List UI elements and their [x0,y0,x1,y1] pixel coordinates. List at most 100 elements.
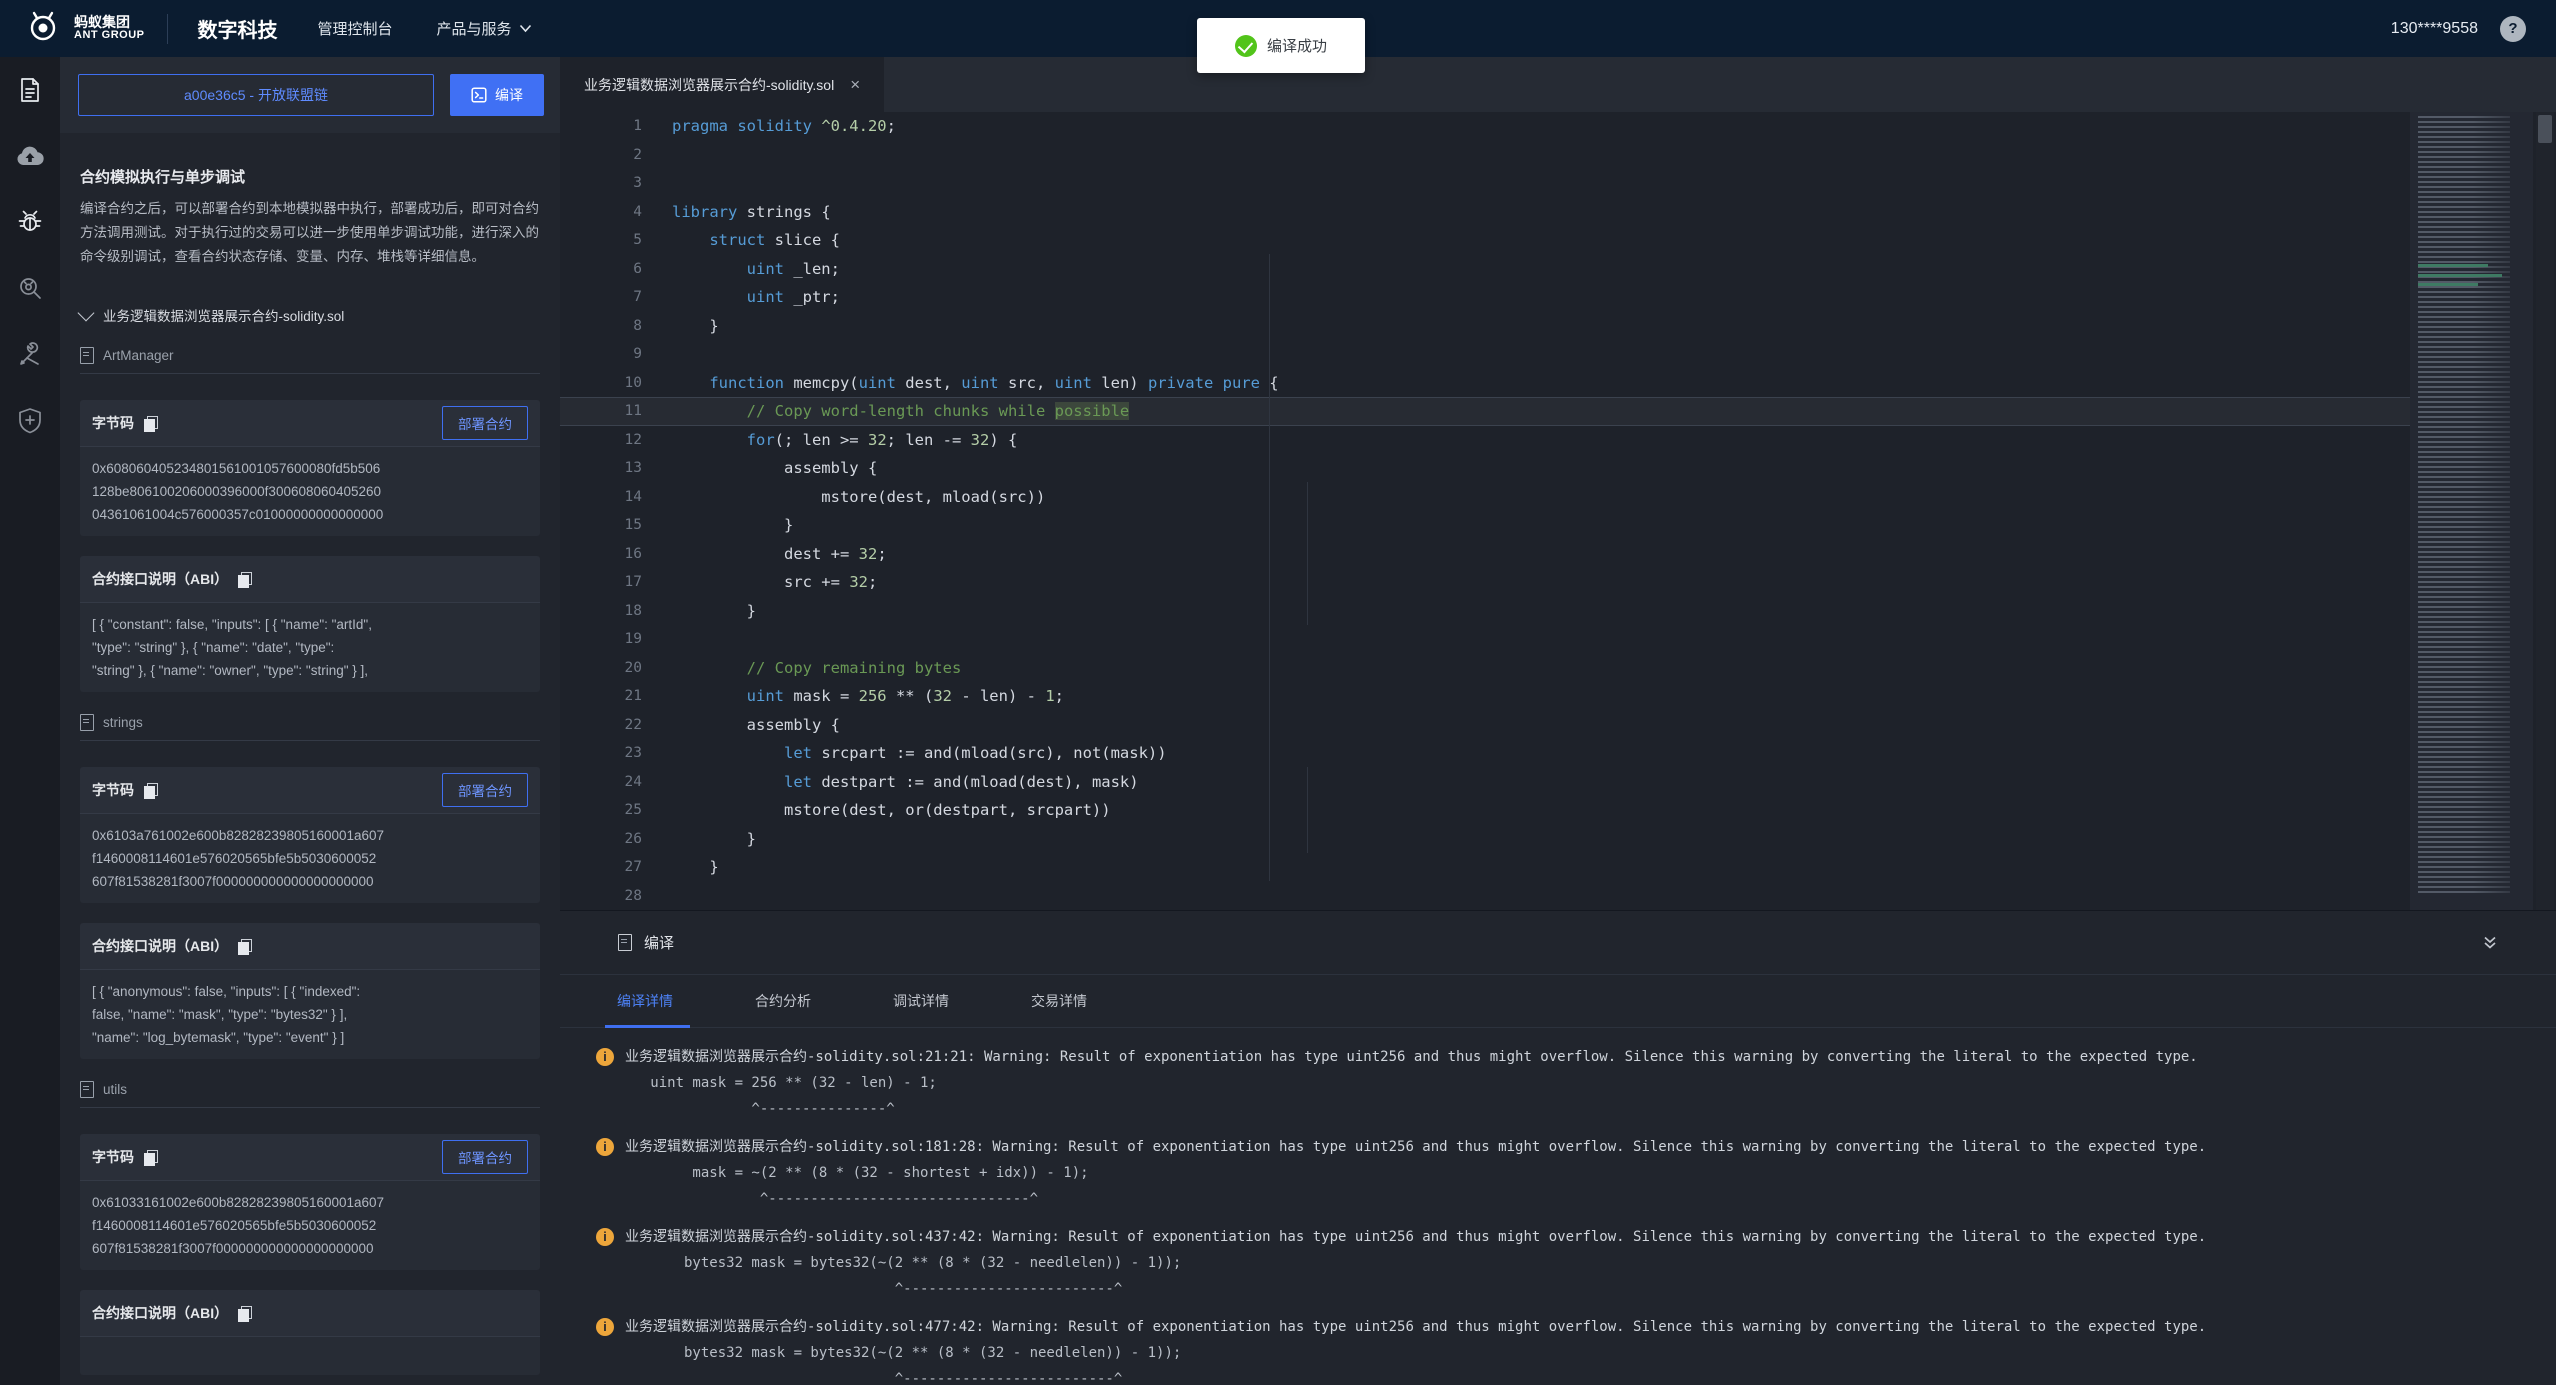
warning-code: bytes32 mask = bytes32(~(2 ** (8 * (32 -… [596,1340,2556,1366]
compile-button[interactable]: 编译 [450,74,544,116]
code-token: uint [747,288,784,306]
code-token: let [784,744,812,762]
copy-icon[interactable] [144,416,157,431]
warning-item: i业务逻辑数据浏览器展示合约-solidity.sol:21:21: Warni… [596,1044,2556,1122]
copy-icon[interactable] [238,572,251,587]
abi-card-header: 合约接口说明（ABI） [80,556,540,603]
copy-icon[interactable] [144,1150,157,1165]
copy-icon[interactable] [238,1306,251,1321]
warning-caret: ^---------------^ [596,1096,2556,1122]
code-token: pragma solidity [672,117,821,135]
code-line[interactable]: 15 } [560,511,2410,540]
code-token: for [747,431,775,449]
contract-name: strings [103,715,143,730]
code-line[interactable]: 25 mstore(dest, or(destpart, srcpart)) [560,796,2410,825]
line-number: 7 [560,283,672,312]
deploy-contract-button[interactable]: 部署合约 [442,773,528,807]
copy-icon[interactable] [144,783,157,798]
warning-icon: i [596,1138,614,1156]
sidebar-item-debug[interactable] [0,189,60,255]
code-line[interactable]: 20 // Copy remaining bytes [560,654,2410,683]
sidebar-content: 合约模拟执行与单步调试 编译合约之后，可以部署合约到本地模拟器中执行，部署成功后… [60,166,560,1375]
contract-item[interactable]: strings [80,714,540,741]
code-token: } [672,858,719,876]
editor-scrollbar[interactable] [2536,112,2554,910]
sidebar-item-inspect[interactable] [0,255,60,321]
code-token: 32 [859,545,878,563]
code-token: ** ( [887,687,934,705]
file-tree-header[interactable]: 业务逻辑数据浏览器展示合约-solidity.sol [80,305,540,325]
code-line[interactable]: 6 uint _len; [560,255,2410,284]
code-line[interactable]: 2 [560,141,2410,170]
minimap[interactable] [2410,112,2533,910]
console-link[interactable]: 管理控制台 [318,18,393,39]
code-token: _ptr; [784,288,840,306]
warning-icon: i [596,1048,614,1066]
deploy-contract-button[interactable]: 部署合约 [442,1140,528,1174]
code-line[interactable]: 24 let destpart := and(mload(dest), mask… [560,768,2410,797]
bytecode-value: 0x6103a761002e600b82828239805160001a607f… [80,814,540,903]
bytecode-label: 字节码 [92,1147,134,1167]
code-line[interactable]: 12 for(; len >= 32; len -= 32) { [560,426,2410,455]
copy-icon[interactable] [238,939,251,954]
code-line[interactable]: 4library strings { [560,198,2410,227]
collapse-panel-button[interactable] [2482,935,2498,951]
code-line[interactable]: 23 let srcpart := and(mload(src), not(ma… [560,739,2410,768]
line-number: 24 [560,768,672,797]
help-icon[interactable]: ? [2500,16,2526,42]
code-line[interactable]: 16 dest += 32; [560,540,2410,569]
bytecode-card: 字节码部署合约0x608060405234801561001057600080f… [80,400,540,536]
code-line[interactable]: 27 } [560,853,2410,882]
code-line[interactable]: 10 function memcpy(uint dest, uint src, … [560,369,2410,398]
contract-item[interactable]: utils [80,1081,540,1108]
code-line[interactable]: 22 assembly { [560,711,2410,740]
editor-tab-active[interactable]: 业务逻辑数据浏览器展示合约-solidity.sol × [560,57,884,112]
contract-item[interactable]: ArtManager [80,347,540,374]
code-line[interactable]: 26 } [560,825,2410,854]
close-icon[interactable]: × [850,75,860,95]
chain-select-row: 编译 [60,57,560,133]
editor-scrollbar-thumb[interactable] [2538,115,2552,143]
code-line[interactable]: 19 [560,625,2410,654]
panel-tab-合约分析[interactable]: 合约分析 [755,991,811,1011]
sidebar-item-security[interactable] [0,387,60,453]
comment-token: // Copy word-length chunks while [747,402,1055,420]
code-line[interactable]: 28 [560,882,2410,911]
products-services-menu[interactable]: 产品与服务 [437,18,532,39]
code-token: len) [1092,374,1148,392]
code-line[interactable]: 18 } [560,597,2410,626]
panel-tab-编译详情[interactable]: 编译详情 [617,991,673,1011]
deploy-contract-button[interactable]: 部署合约 [442,406,528,440]
bytecode-card: 字节码部署合约0x61033161002e600b828282398051600… [80,1134,540,1270]
panel-header: 编译 [560,911,2556,975]
compile-success-toast: 编译成功 [1197,18,1365,73]
line-number: 17 [560,568,672,597]
sidebar-item-cloud-upload[interactable] [0,123,60,189]
chain-select-input[interactable] [78,74,434,116]
code-line[interactable]: 14 mstore(dest, mload(src)) [560,483,2410,512]
code-line[interactable]: 9 [560,340,2410,369]
code-text: mstore(dest, mload(src)) [672,483,1045,512]
code-line[interactable]: 3 [560,169,2410,198]
code-text: } [672,597,756,626]
line-number: 2 [560,141,672,170]
code-token: (; len >= [775,431,868,449]
sidebar-item-tools[interactable] [0,321,60,387]
code-line[interactable]: 17 src += 32; [560,568,2410,597]
code-token: 32 [849,573,868,591]
panel-tab-交易详情[interactable]: 交易详情 [1031,991,1087,1011]
code-line[interactable]: 1pragma solidity ^0.4.20; [560,112,2410,141]
code-token: src += [672,573,849,591]
code-line[interactable]: 5 struct slice { [560,226,2410,255]
panel-tab-调试详情[interactable]: 调试详情 [893,991,949,1011]
code-line[interactable]: 11 // Copy word-length chunks while poss… [560,397,2410,426]
code-token: assembly { [672,459,877,477]
code-line[interactable]: 13 assembly { [560,454,2410,483]
code-token [672,402,747,420]
sidebar-item-contract-document[interactable] [0,57,60,123]
abi-line: "string" }, { "name": "owner", "type": "… [92,659,528,682]
code-line[interactable]: 8 } [560,312,2410,341]
code-line[interactable]: 7 uint _ptr; [560,283,2410,312]
code-line[interactable]: 21 uint mask = 256 ** (32 - len) - 1; [560,682,2410,711]
user-phone[interactable]: 130****9558 [2391,20,2478,38]
